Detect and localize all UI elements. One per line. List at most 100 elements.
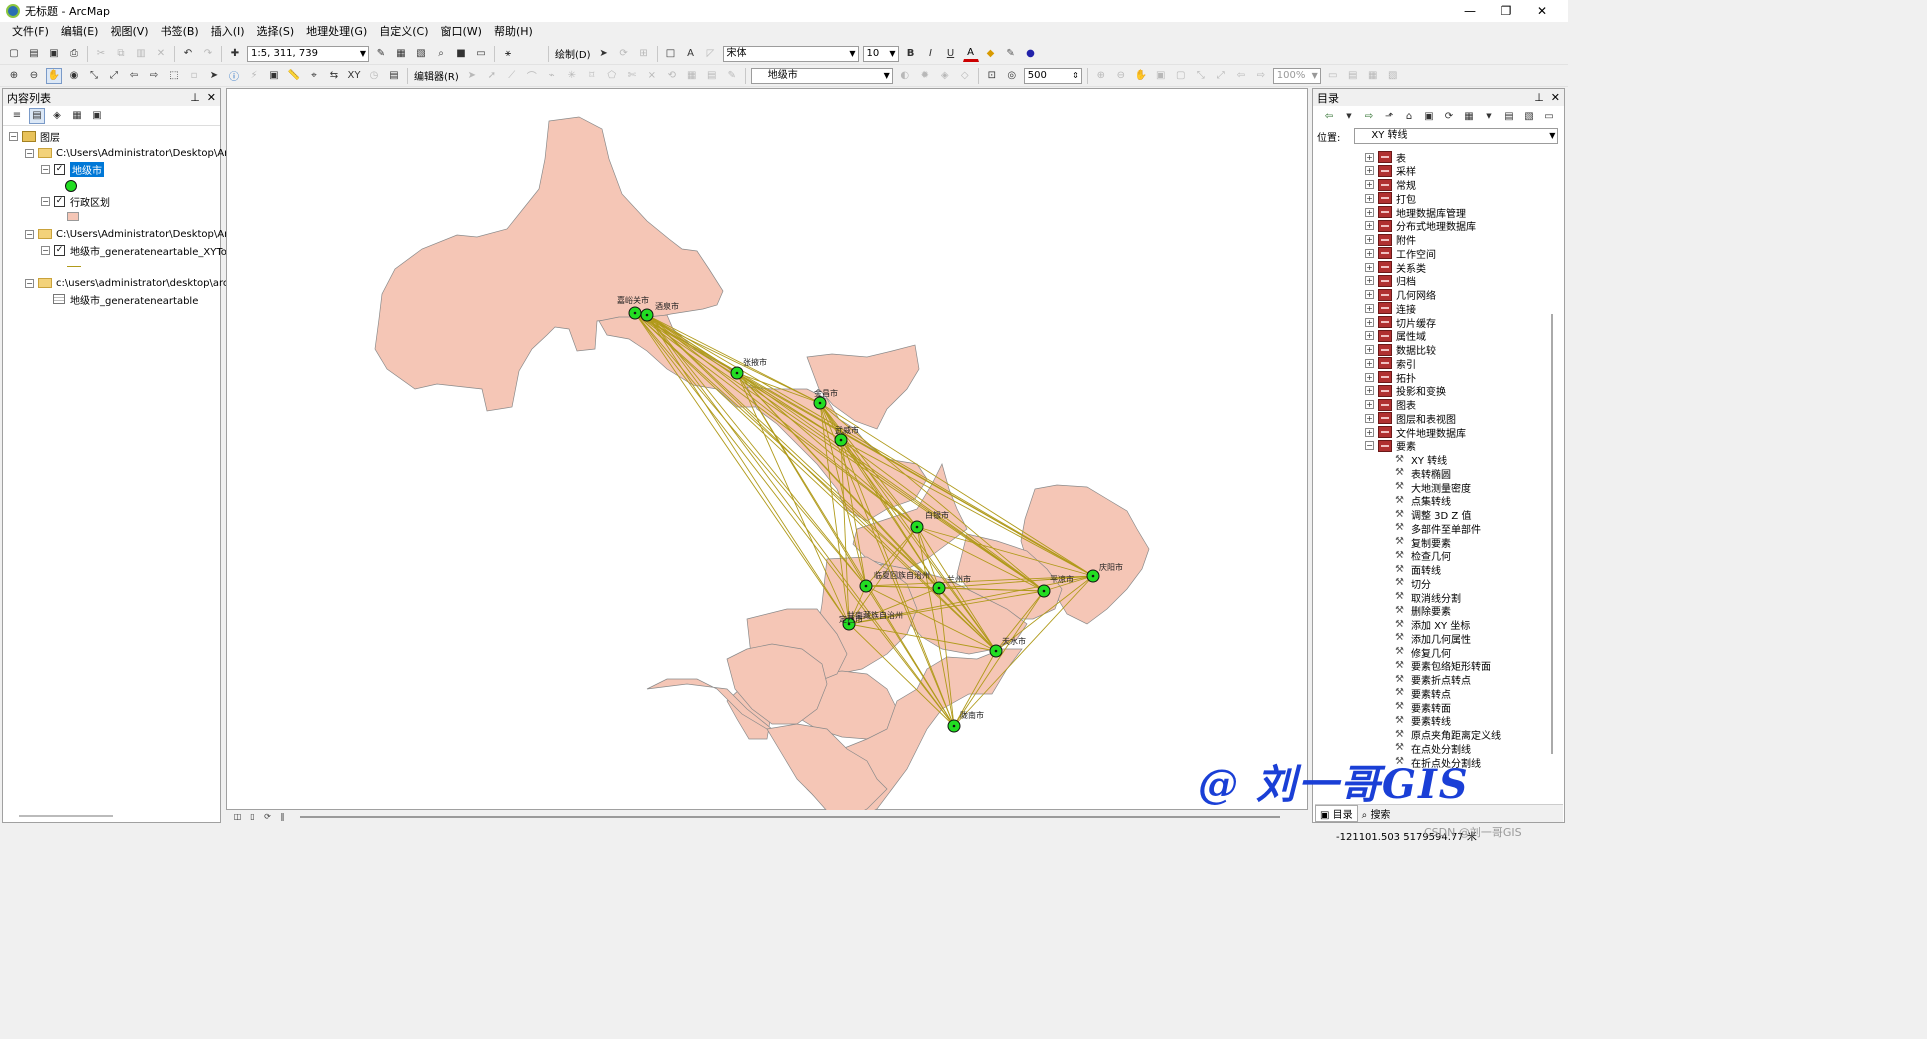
layout-fixed-zoom-out-icon[interactable]: ⤢ [1213, 68, 1229, 84]
point-icon[interactable]: ✳ [564, 68, 580, 84]
scale-combo[interactable]: 1:5, 311, 739 ▼ [247, 45, 369, 62]
expand-icon[interactable]: + [1365, 221, 1374, 231]
font-name-combo[interactable]: 宋体 ▼ [722, 45, 859, 62]
default-gdb-icon[interactable]: ▣ [1421, 108, 1437, 124]
expand-icon[interactable]: + [1365, 345, 1374, 354]
collapse-icon[interactable]: − [41, 196, 50, 206]
new-text-icon[interactable]: A [683, 46, 699, 62]
toc-layer-name-selected[interactable]: 地级市 [70, 161, 104, 177]
collapse-icon[interactable]: − [9, 131, 18, 141]
refresh-icon[interactable]: ⟳ [262, 811, 273, 822]
clear-selection-icon[interactable]: ▫ [186, 68, 202, 84]
close-icon[interactable]: ✕ [207, 91, 216, 104]
menu-edit[interactable]: 编辑(E) [55, 22, 105, 42]
close-button[interactable]: ✕ [1519, 0, 1565, 22]
redo-icon[interactable]: ↷ [200, 46, 216, 62]
line-symbol-icon[interactable] [67, 266, 81, 267]
font-size-combo[interactable]: 10 ▼ [862, 45, 899, 62]
paste-icon[interactable]: ▥ [133, 46, 149, 62]
expand-icon[interactable]: + [1365, 358, 1374, 368]
menu-help[interactable]: 帮助(H) [488, 22, 539, 42]
map-view[interactable]: 嘉峪关市 酒泉市 张掖市 金昌市 武威市 白银市 临夏回族自治州 兰州市 定西市 甘南藏族自治州平… [226, 88, 1308, 820]
zoom-percent-combo[interactable]: 100% ▼ [1272, 67, 1321, 84]
toc-group-1[interactable]: − C:\Users\Administrator\Desktop\Ar [25, 145, 228, 161]
location-combo[interactable]: XY 转线 ▼ [1354, 128, 1559, 144]
views-icon[interactable]: ▦ [1461, 108, 1477, 124]
python-icon[interactable]: ▭ [473, 46, 489, 62]
expand-icon[interactable]: + [1365, 262, 1374, 272]
expand-icon[interactable]: + [1365, 180, 1374, 189]
georeference-icon[interactable]: ⊡ [984, 68, 1000, 84]
list-by-visibility-icon[interactable]: ◈ [49, 108, 65, 124]
create-features-icon[interactable]: ✎ [724, 68, 740, 84]
chevron-down-icon[interactable]: ▼ [1481, 108, 1497, 124]
menu-customize[interactable]: 自定义(C) [373, 22, 434, 42]
italic-button[interactable]: I [923, 46, 939, 62]
select-features-icon[interactable]: ⬚ [166, 68, 182, 84]
new-document-icon[interactable]: ▢ [6, 46, 22, 62]
map-horizontal-scrollbar[interactable] [300, 815, 1280, 818]
data-view-icon[interactable]: ◫ [232, 811, 243, 822]
toc-options-icon[interactable]: ▣ [89, 108, 105, 124]
layout-forward-icon[interactable]: ⇨ [1253, 68, 1269, 84]
toggle-contents-icon[interactable]: ▧ [1521, 108, 1537, 124]
cut-icon[interactable]: ✂ [93, 46, 109, 62]
list-by-drawing-order-icon[interactable]: ≡ [9, 108, 25, 124]
home-icon[interactable]: ⌂ [1401, 108, 1417, 124]
select-elements-icon[interactable]: ➤ [596, 46, 612, 62]
add-data-icon[interactable]: ✚ [227, 46, 243, 62]
sketch-properties-icon[interactable]: ▤ [704, 68, 720, 84]
save-icon[interactable]: ▣ [46, 46, 62, 62]
pause-drawing-icon[interactable]: ‖ [277, 811, 288, 822]
table-of-contents-icon[interactable]: ▦ [393, 46, 409, 62]
zoom-100-icon[interactable]: ▢ [1173, 68, 1189, 84]
expand-icon[interactable]: + [1365, 400, 1374, 409]
search-window-icon[interactable]: ⌕ [433, 46, 449, 62]
create-viewer-icon[interactable]: ▤ [386, 68, 402, 84]
toc-layer-name[interactable]: 行政区划 [70, 194, 110, 209]
toc-scrollbar[interactable] [19, 815, 113, 817]
go-back-icon[interactable]: ⇦ [126, 68, 142, 84]
swipe-icon[interactable]: ◇ [957, 68, 973, 84]
endpoint-arc-icon[interactable]: ⌒ [524, 68, 540, 84]
data-driven-pages-icon[interactable]: ▧ [1385, 68, 1401, 84]
expand-icon[interactable]: + [1365, 207, 1374, 217]
find-route-icon[interactable]: ⇆ [326, 68, 342, 84]
expand-icon[interactable]: + [1365, 193, 1374, 203]
html-popup-icon[interactable]: ▣ [266, 68, 282, 84]
layout-view-icon[interactable]: ▯ [247, 811, 258, 822]
zoom-to-selected-elements-icon[interactable]: ⊞ [636, 46, 652, 62]
forward-icon[interactable]: ⇨ [1361, 108, 1377, 124]
open-folder-icon[interactable]: ▤ [26, 46, 42, 62]
expand-icon[interactable]: + [1365, 303, 1374, 313]
change-layout-icon[interactable]: ▦ [1365, 68, 1381, 84]
trace-icon[interactable]: ⌁ [544, 68, 560, 84]
collapse-icon[interactable]: − [25, 229, 34, 239]
expand-icon[interactable]: + [1365, 235, 1374, 244]
zoom-whole-page-icon[interactable]: ▣ [1153, 68, 1169, 84]
identify-icon[interactable]: ⓘ [226, 68, 242, 84]
go-to-xy-icon[interactable]: XY [346, 68, 362, 84]
toc-layer-admin[interactable]: − ✓ 行政区划 [41, 193, 110, 209]
effects-icon[interactable]: ◈ [937, 68, 953, 84]
measure-icon[interactable]: 📏 [286, 68, 302, 84]
fill-color-icon[interactable]: ◆ [983, 46, 999, 62]
rotate-feature-icon[interactable]: ⟲ [664, 68, 680, 84]
chevron-down-icon[interactable]: ▼ [1341, 108, 1357, 124]
layer-visibility-checkbox[interactable]: ✓ [54, 244, 65, 256]
layout-pan-icon[interactable]: ✋ [1133, 68, 1149, 84]
expand-icon[interactable]: + [1365, 290, 1374, 299]
layout-fixed-zoom-in-icon[interactable]: ⤡ [1193, 68, 1209, 84]
expand-icon[interactable]: + [1365, 413, 1374, 423]
toggle-draft-mode-icon[interactable]: ▭ [1325, 68, 1341, 84]
layout-zoom-out-icon[interactable]: ⊖ [1113, 68, 1129, 84]
full-extent-icon[interactable]: ◉ [66, 68, 82, 84]
close-icon[interactable]: ✕ [1551, 91, 1560, 104]
font-color-button[interactable]: A [962, 46, 979, 62]
fixed-zoom-out-icon[interactable]: ⤢ [106, 68, 122, 84]
menu-bookmarks[interactable]: 书签(B) [155, 22, 205, 42]
expand-icon[interactable]: + [1365, 427, 1374, 437]
reshape-icon[interactable]: ⬠ [604, 68, 620, 84]
layer-visibility-checkbox[interactable]: ✓ [54, 195, 65, 207]
copy-icon[interactable]: ⧉ [113, 46, 129, 62]
